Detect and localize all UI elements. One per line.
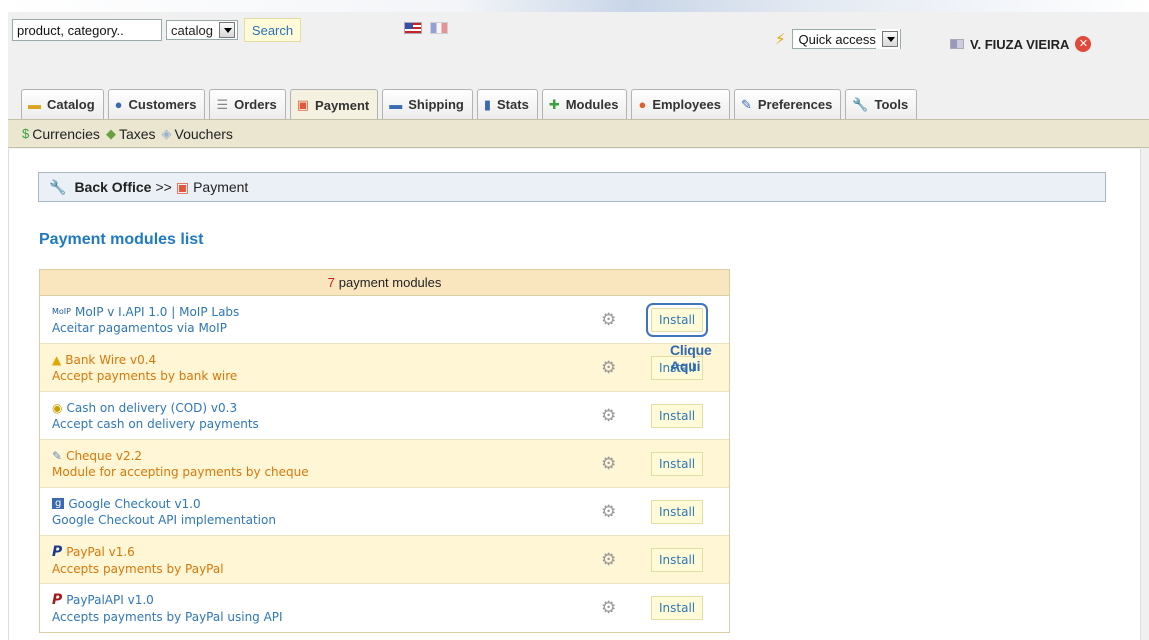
module-desc: Module for accepting payments by cheque bbox=[52, 464, 309, 479]
orders-icon: ☰ bbox=[216, 96, 229, 112]
install-button[interactable]: Install bbox=[651, 403, 704, 428]
install-button[interactable]: Install bbox=[651, 451, 704, 476]
install-button[interactable]: Install bbox=[651, 499, 704, 524]
lightning-icon: ⚡ bbox=[775, 31, 786, 48]
taxes-icon: ◆ bbox=[105, 125, 116, 141]
tab-employees[interactable]: ● Employees bbox=[631, 89, 730, 119]
bankwire-icon: ▲ bbox=[52, 352, 62, 367]
modules-count-label: payment modules bbox=[338, 275, 442, 290]
shipping-icon: ▬ bbox=[389, 97, 403, 112]
install-button[interactable]: Install bbox=[651, 547, 704, 572]
search-bar: catalog Search bbox=[12, 18, 302, 42]
user-name: V. FIUZA VIEIRA bbox=[970, 36, 1070, 52]
gear-icon[interactable]: ⚙ bbox=[601, 406, 619, 425]
flag-fr-icon[interactable] bbox=[430, 22, 448, 34]
module-desc: Accepts payments by PayPal bbox=[52, 561, 224, 576]
folder-icon: ▬ bbox=[28, 97, 41, 112]
table-row: g Google Checkout v1.0 Google Checkout AP… bbox=[40, 488, 729, 536]
module-title: PayPal v1.6 bbox=[66, 544, 135, 559]
breadcrumb-root[interactable]: Back Office bbox=[74, 179, 151, 195]
quick-access-select[interactable]: Quick access bbox=[791, 29, 901, 49]
module-title: PayPalAPI v1.0 bbox=[66, 593, 154, 607]
cheque-icon: ✎ bbox=[52, 448, 63, 463]
module-desc: Accept cash on delivery payments bbox=[52, 416, 259, 431]
tab-catalog[interactable]: ▬ Catalog bbox=[21, 89, 104, 119]
quick-access: ⚡ Quick access bbox=[775, 29, 901, 49]
tab-stats[interactable]: ▮ Stats bbox=[476, 89, 538, 119]
paypalapi-icon: P bbox=[52, 592, 63, 608]
tools-icon: 🔧 bbox=[852, 96, 869, 112]
chevron-down-icon bbox=[881, 31, 898, 47]
gear-icon[interactable]: ⚙ bbox=[601, 310, 619, 329]
tab-customers[interactable]: ● Customers bbox=[107, 89, 206, 119]
modules-table-header: 7 payment modules bbox=[40, 270, 729, 296]
module-desc: Aceitar pagamentos via MoIP bbox=[52, 320, 227, 335]
module-desc: Accepts payments by PayPal using API bbox=[52, 610, 283, 624]
paypal-icon: P bbox=[52, 543, 63, 560]
table-row: P PayPal v1.6 Accepts payments by PayPal … bbox=[40, 536, 729, 584]
tab-tools[interactable]: 🔧 Tools bbox=[845, 89, 918, 119]
module-title: Cash on delivery (COD) v0.3 bbox=[66, 400, 238, 415]
breadcrumb: 🔧 Back Office >> ▣ Payment bbox=[38, 172, 1106, 202]
vouchers-icon: ◈ bbox=[161, 125, 172, 141]
stats-icon: ▮ bbox=[483, 96, 492, 112]
clique-aqui-annotation: Clique Aqui bbox=[670, 342, 712, 374]
preferences-icon: ✎ bbox=[740, 96, 752, 112]
modules-count: 7 bbox=[327, 275, 335, 290]
breadcrumb-separator: >> bbox=[155, 179, 172, 195]
logout-close-icon[interactable]: ✕ bbox=[1075, 36, 1092, 52]
page-title: Payment modules list bbox=[39, 231, 204, 248]
main-tabs: ▬ Catalog ● Customers ☰ Orders ▣ Payment ▬ Sh… bbox=[21, 89, 921, 120]
subnav-vouchers[interactable]: ◈ Vouchers bbox=[162, 126, 233, 142]
table-row: ▲ Bank Wire v0.4 Accept payments by bank … bbox=[40, 344, 729, 392]
table-row: ✎ Cheque v2.2 Module for accepting paymen… bbox=[40, 440, 729, 488]
module-title: Google Checkout v1.0 bbox=[68, 496, 201, 511]
user-info: V. FIUZA VIEIRA ✕ bbox=[950, 36, 1092, 52]
currency-icon: $ bbox=[22, 126, 30, 141]
subnav-taxes[interactable]: ◆ Taxes bbox=[106, 126, 156, 142]
top-banner-strip bbox=[0, 0, 1149, 12]
gear-icon[interactable]: ⚙ bbox=[601, 358, 619, 377]
module-title: MoIP v I.API 1.0 | MoIP Labs bbox=[74, 304, 240, 319]
module-title: Cheque v2.2 bbox=[66, 448, 143, 463]
gear-icon[interactable]: ⚙ bbox=[601, 454, 619, 473]
employees-icon: ● bbox=[638, 97, 647, 112]
tab-preferences[interactable]: ✎ Preferences bbox=[733, 89, 842, 119]
cod-icon: ◉ bbox=[52, 400, 63, 415]
install-button[interactable]: Install bbox=[645, 302, 709, 337]
gear-icon[interactable]: ⚙ bbox=[601, 550, 619, 569]
customers-icon: ● bbox=[114, 97, 123, 112]
install-button[interactable]: Install bbox=[651, 596, 704, 620]
search-button[interactable]: Search bbox=[243, 18, 302, 42]
subnav-currencies[interactable]: $ Currencies bbox=[22, 126, 100, 142]
module-title: Bank Wire v0.4 bbox=[65, 352, 157, 367]
moip-logo-icon: MoIP bbox=[52, 307, 71, 316]
search-input[interactable] bbox=[12, 19, 162, 41]
wrench-icon: 🔧 bbox=[49, 178, 67, 195]
sub-navigation: $ Currencies ◆ Taxes ◈ Vouchers bbox=[8, 119, 1149, 148]
search-scope-value: catalog bbox=[171, 22, 213, 38]
payment-icon: ▣ bbox=[175, 178, 190, 195]
gear-icon[interactable]: ⚙ bbox=[601, 502, 619, 521]
table-row: ◉ Cash on delivery (COD) v0.3 Accept cash… bbox=[40, 392, 729, 440]
search-scope-select[interactable]: catalog bbox=[166, 20, 238, 40]
chevron-down-icon bbox=[218, 22, 235, 38]
quick-access-label: Quick access bbox=[798, 31, 876, 47]
table-row: P PayPalAPI v1.0 Accepts payments by PayP… bbox=[40, 584, 729, 632]
user-card-icon bbox=[950, 39, 964, 49]
payment-icon: ▣ bbox=[296, 97, 310, 112]
gear-icon[interactable]: ⚙ bbox=[601, 599, 619, 617]
breadcrumb-current: Payment bbox=[193, 179, 249, 195]
google-checkout-icon: g bbox=[52, 498, 65, 509]
modules-icon: ✚ bbox=[548, 96, 560, 112]
tab-shipping[interactable]: ▬ Shipping bbox=[382, 89, 473, 119]
module-desc: Accept payments by bank wire bbox=[52, 368, 238, 383]
tab-payment[interactable]: ▣ Payment bbox=[289, 89, 379, 120]
payment-modules-table: 7 payment modules MoIP MoIP v I.API 1.0 |… bbox=[39, 269, 730, 633]
table-row: MoIP MoIP v I.API 1.0 | MoIP Labs Aceitar… bbox=[40, 296, 729, 344]
module-desc: Google Checkout API implementation bbox=[52, 512, 276, 527]
flag-us-icon[interactable] bbox=[404, 22, 422, 34]
tab-modules[interactable]: ✚ Modules bbox=[541, 89, 628, 119]
tab-orders[interactable]: ☰ Orders bbox=[209, 89, 286, 119]
